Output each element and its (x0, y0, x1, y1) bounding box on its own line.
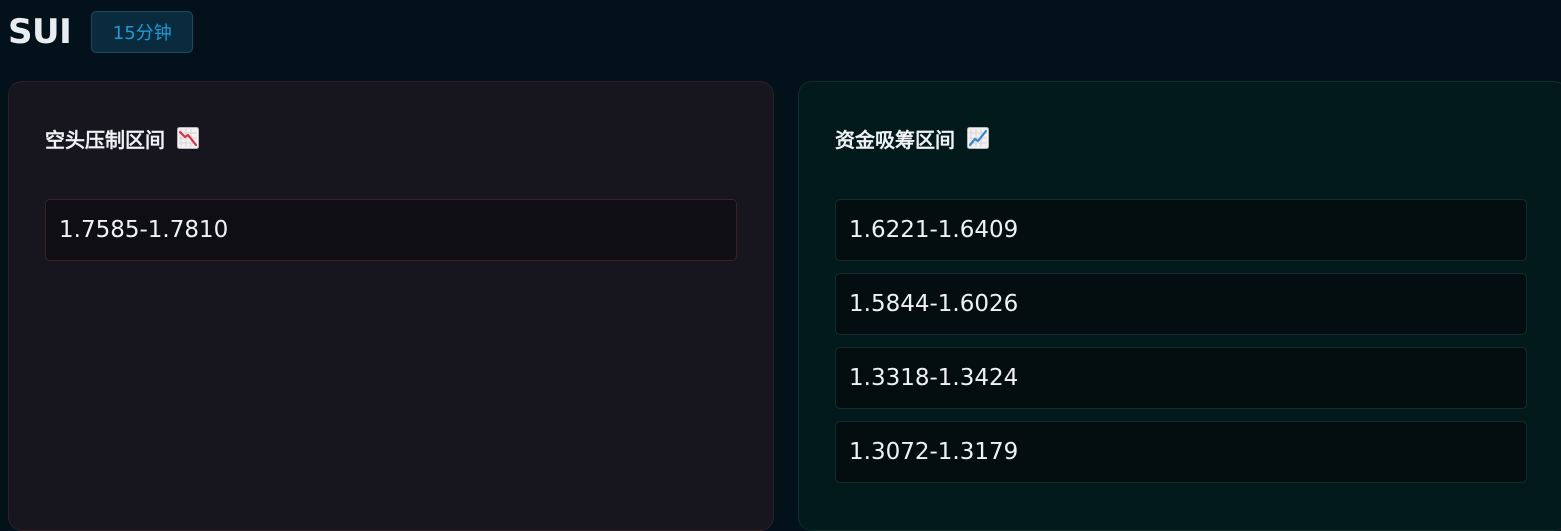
zone-range-item: 1.3318-1.3424 (835, 347, 1527, 409)
chart-decreasing-icon (177, 127, 199, 149)
zone-range-item: 1.6221-1.6409 (835, 199, 1527, 261)
chart-increasing-icon (967, 127, 989, 149)
long-zone-list: 1.6221-1.6409 1.5844-1.6026 1.3318-1.3424 1… (835, 199, 1527, 495)
long-panel-title-text: 资金吸筹区间 (835, 127, 955, 152)
zone-range-item: 1.5844-1.6026 (835, 273, 1527, 335)
timeframe-badge[interactable]: 15分钟 (91, 11, 194, 53)
header: SUI 15分钟 (8, 10, 194, 54)
zone-range-item: 1.3072-1.3179 (835, 421, 1527, 483)
symbol-title: SUI (8, 12, 72, 52)
zone-range-item: 1.7585-1.7810 (45, 199, 737, 261)
long-panel-title: 资金吸筹区间 (835, 124, 989, 152)
accumulation-panel: 资金吸筹区间 1.6221-1.6409 1.5844-1.6026 1.3318-… (798, 81, 1561, 531)
short-pressure-panel: 空头压制区间 1.7585-1.7810 (8, 81, 774, 531)
short-panel-title-text: 空头压制区间 (45, 127, 165, 152)
short-panel-title: 空头压制区间 (45, 124, 199, 152)
short-zone-list: 1.7585-1.7810 (45, 199, 737, 273)
